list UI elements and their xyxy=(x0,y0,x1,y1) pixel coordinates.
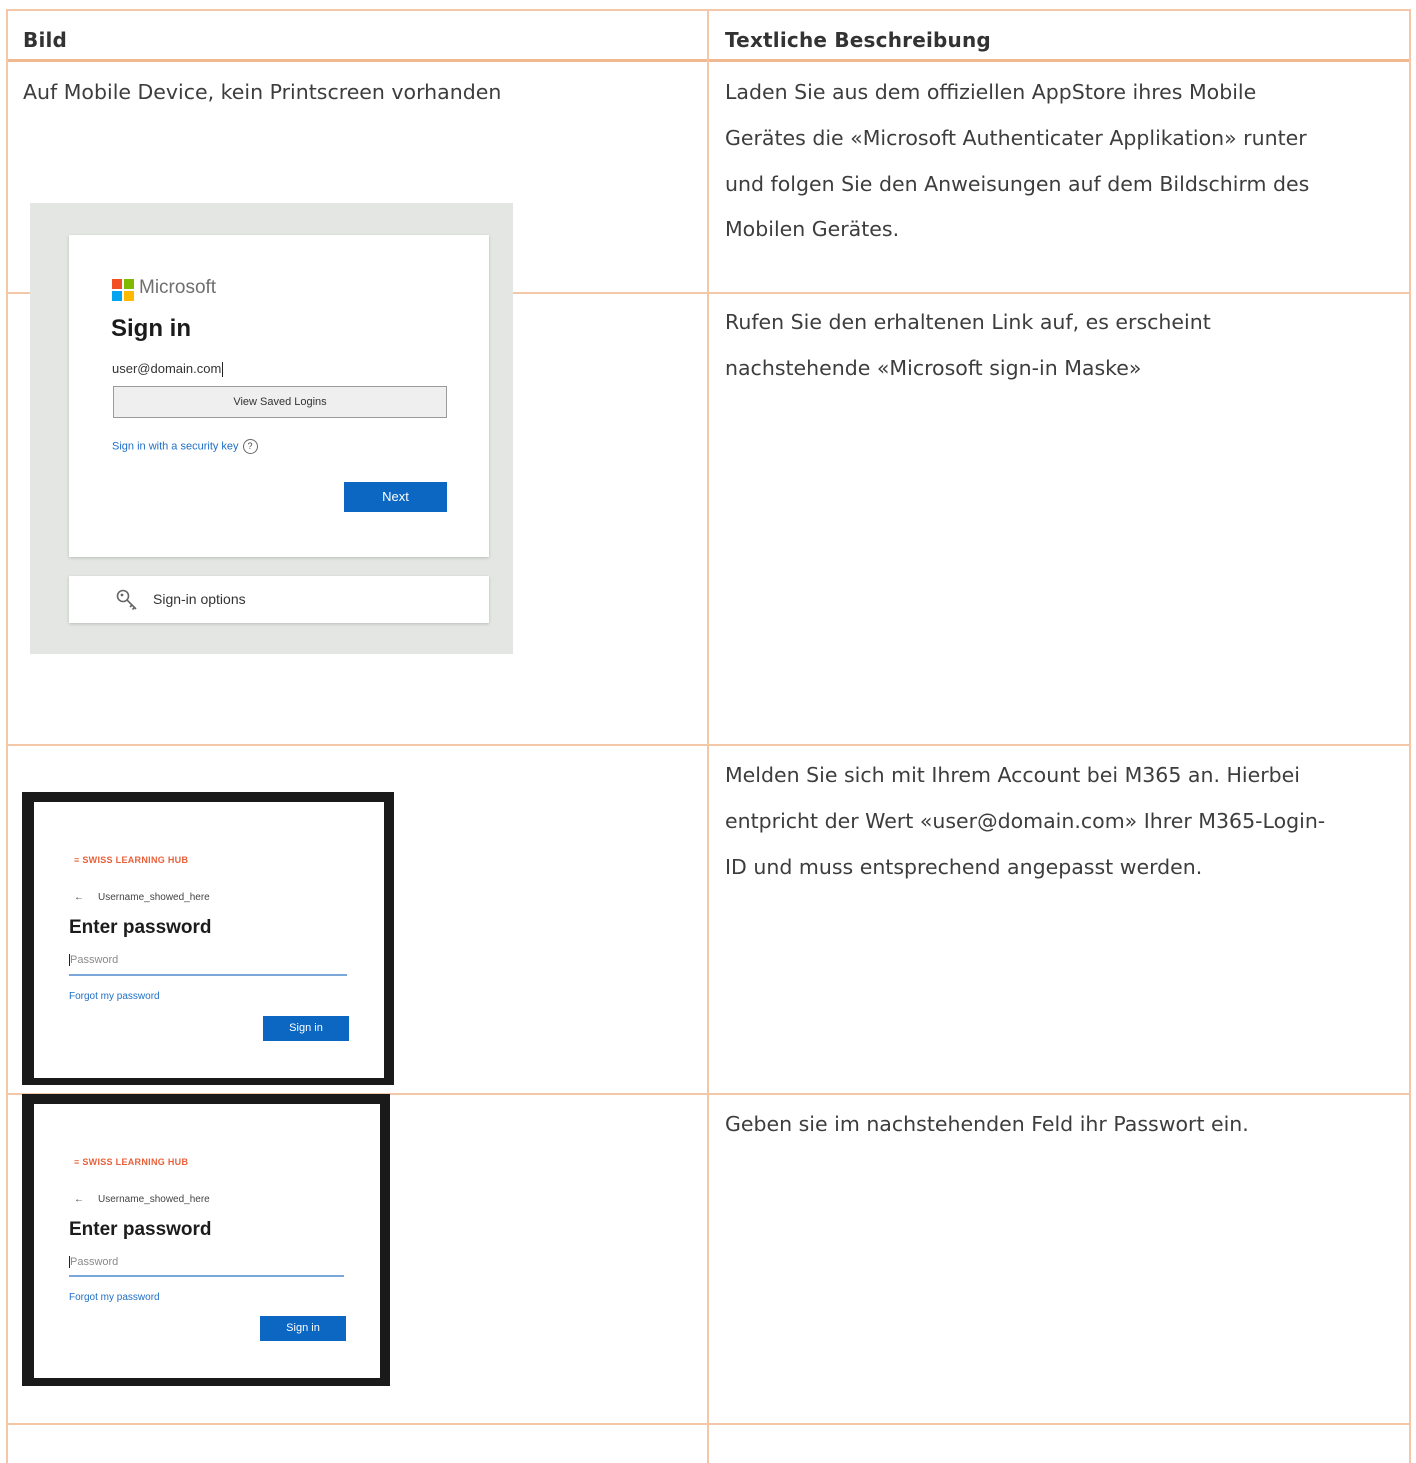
enter-password-screenshot: ≡ SWISS LEARNING HUB ← Username_showed_he… xyxy=(22,1094,390,1386)
password-input[interactable]: Password xyxy=(69,954,119,967)
signin-title: Sign in xyxy=(111,315,191,342)
next-button[interactable]: Next xyxy=(344,482,447,512)
back-arrow-icon[interactable]: ← xyxy=(74,892,84,903)
security-key-link[interactable]: Sign in with a security key? xyxy=(112,439,258,454)
signin-options-label: Sign-in options xyxy=(153,591,246,607)
username-display: ← Username_showed_here xyxy=(74,892,210,903)
header-beschreibung: Textliche Beschreibung xyxy=(725,28,991,52)
forgot-password-link[interactable]: Forgot my password xyxy=(69,991,160,1002)
password-placeholder: Password xyxy=(70,1256,119,1268)
back-arrow-icon[interactable]: ← xyxy=(74,1194,84,1205)
logo-square-red xyxy=(112,279,122,289)
password-card: ≡ SWISS LEARNING HUB ← Username_showed_he… xyxy=(34,1104,380,1378)
signin-card: Microsoft Sign in user@domain.com View S… xyxy=(69,235,489,557)
signin-button[interactable]: Sign in xyxy=(263,1016,349,1041)
table-right-border xyxy=(1409,9,1411,1463)
row3-desc-line: entpricht der Wert «user@domain.com» Ihr… xyxy=(725,809,1326,833)
table-left-border xyxy=(6,9,8,1463)
forgot-password-link[interactable]: Forgot my password xyxy=(69,1292,160,1303)
microsoft-brand-text: Microsoft xyxy=(139,277,217,298)
row1-desc-line: Laden Sie aus dem offiziellen AppStore i… xyxy=(725,80,1257,104)
signin-options-button[interactable]: Sign-in options xyxy=(69,576,489,623)
password-card: ≡ SWISS LEARNING HUB ← Username_showed_he… xyxy=(34,802,384,1078)
password-placeholder: Password xyxy=(70,954,119,966)
email-field[interactable]: user@domain.com xyxy=(112,361,224,378)
row3-desc-line: Melden Sie sich mit Ihrem Account bei M3… xyxy=(725,763,1300,787)
logo-square-green xyxy=(124,279,134,289)
enter-password-title: Enter password xyxy=(69,1219,212,1240)
security-key-link-label: Sign in with a security key xyxy=(112,440,239,453)
row1-desc-line: und folgen Sie den Anweisungen auf dem B… xyxy=(725,172,1310,196)
row4-desc-line: Geben sie im nachstehenden Feld ihr Pass… xyxy=(725,1112,1249,1136)
enter-password-title: Enter password xyxy=(69,917,212,938)
password-input-underline xyxy=(69,974,347,976)
microsoft-logo-icon xyxy=(112,279,134,301)
key-icon xyxy=(116,589,137,611)
logo-square-blue xyxy=(112,291,122,301)
view-saved-logins-button[interactable]: View Saved Logins xyxy=(113,386,447,418)
header-bild: Bild xyxy=(23,28,68,52)
password-input[interactable]: Password xyxy=(69,1256,119,1269)
row2-desc-line: Rufen Sie den erhaltenen Link auf, es er… xyxy=(725,310,1211,334)
username-text: Username_showed_here xyxy=(98,1194,210,1205)
swiss-learning-hub-logo: ≡ SWISS LEARNING HUB xyxy=(74,855,189,865)
row2-desc-line: nachstehende «Microsoft sign-in Maske» xyxy=(725,356,1142,380)
help-icon[interactable]: ? xyxy=(242,439,258,454)
microsoft-signin-screenshot: Microsoft Sign in user@domain.com View S… xyxy=(30,203,513,654)
password-input-underline xyxy=(69,1275,344,1277)
text-caret xyxy=(222,362,224,378)
swiss-learning-hub-logo: ≡ SWISS LEARNING HUB xyxy=(74,1157,189,1167)
email-value: user@domain.com xyxy=(112,361,222,376)
username-display: ← Username_showed_here xyxy=(74,1194,210,1205)
row1-desc-line: Gerätes die «Microsoft Authenticater App… xyxy=(725,126,1307,150)
username-text: Username_showed_here xyxy=(98,892,210,903)
signin-button[interactable]: Sign in xyxy=(260,1316,346,1341)
row1-desc-line: Mobilen Gerätes. xyxy=(725,217,900,241)
logo-square-yellow xyxy=(124,291,134,301)
row3-desc-line: ID und muss entsprechend angepasst werde… xyxy=(725,855,1203,879)
row1-bild-text: Auf Mobile Device, kein Printscreen vorh… xyxy=(23,80,502,104)
column-divider xyxy=(707,9,709,1463)
enter-password-screenshot: ≡ SWISS LEARNING HUB ← Username_showed_he… xyxy=(22,792,394,1085)
